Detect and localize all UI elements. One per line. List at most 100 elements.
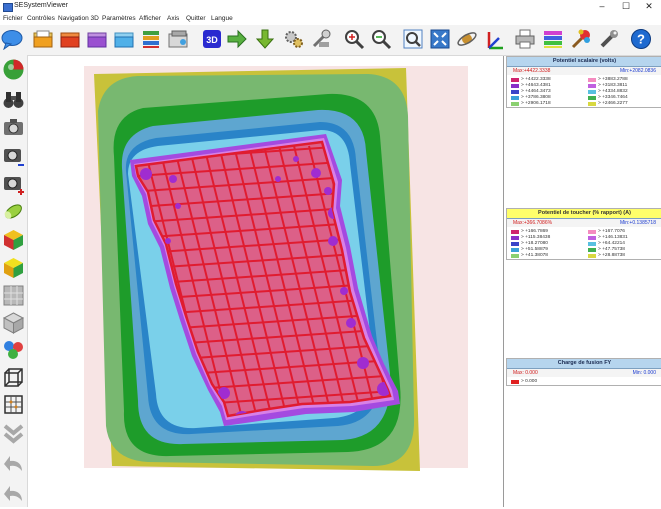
hotspot-marker: [175, 203, 181, 209]
open-folder-icon[interactable]: [32, 28, 54, 50]
hotspot-marker: [140, 168, 152, 180]
purple-folder-icon[interactable]: [86, 28, 108, 50]
legend-swatch: [588, 230, 596, 234]
legend-fusion-charge: Charge de fusion FY Max: 0.000 Min: 0.00…: [506, 358, 661, 386]
zoom-box-icon[interactable]: [402, 28, 424, 50]
binoculars-icon[interactable]: [2, 88, 25, 111]
redo-icon[interactable]: [2, 483, 25, 506]
chat-bubble-icon[interactable]: [1, 28, 23, 50]
close-button[interactable]: ✕: [637, 0, 661, 13]
legend-range: Max:+4422.3338 Min:+2082.0836: [507, 67, 661, 75]
menu-axis[interactable]: Axis: [167, 15, 179, 22]
gears-icon[interactable]: [283, 28, 305, 50]
hotspot-marker: [275, 176, 281, 182]
legend-max: Max: 0.000: [513, 370, 538, 376]
legend-range: Max: 0.000 Min: 0.000: [507, 369, 661, 377]
main-toolbar: 3D ?: [0, 25, 661, 56]
cube-color-icon[interactable]: [2, 228, 25, 251]
maximize-button[interactable]: ☐: [614, 0, 638, 13]
legend-range: Max:+366.7086% Min:+0.1385718: [507, 219, 661, 227]
red-folder-icon[interactable]: [59, 28, 81, 50]
axes-icon[interactable]: [483, 28, 505, 50]
svg-text:?: ?: [637, 32, 645, 47]
menu-afficher[interactable]: Afficher: [139, 15, 161, 22]
tools-icon[interactable]: [310, 28, 332, 50]
frame-grid-icon[interactable]: [2, 393, 25, 416]
legend-max: Max:+4422.3338: [513, 68, 551, 74]
legend-swatch: [511, 380, 519, 384]
chevrons-down-icon[interactable]: [2, 422, 25, 445]
legend-min: Min:+2082.0836: [619, 68, 656, 74]
legend-rows: > +4422.3338 > +4643.4381 > +4464.3473 > +3…: [507, 75, 661, 107]
hotspot-marker: [346, 318, 356, 328]
legend-title: Potentiel scalaire (volts): [507, 57, 661, 67]
color-sphere-icon[interactable]: [2, 58, 25, 81]
viewport-canvas[interactable]: [28, 56, 502, 507]
camera-plus-icon[interactable]: [2, 172, 25, 195]
cube-yellow-icon[interactable]: [2, 256, 25, 279]
cyan-folder-icon[interactable]: [113, 28, 135, 50]
undo-icon[interactable]: [2, 453, 25, 476]
hotspot-marker: [311, 168, 321, 178]
legend-title: Potentiel de toucher (% rapport) (A): [507, 209, 661, 219]
menu-fichier[interactable]: Fichier: [3, 15, 23, 22]
wrench-icon[interactable]: [598, 28, 620, 50]
legend-title: Charge de fusion FY: [507, 359, 661, 369]
legend-panel: Potentiel scalaire (volts) Max:+4422.333…: [503, 56, 661, 507]
stack-icon[interactable]: [167, 28, 189, 50]
wire-cube-icon[interactable]: [2, 366, 25, 389]
window-title: SESystemViewer: [14, 2, 68, 9]
eraser-icon[interactable]: [2, 200, 25, 223]
svg-text:3D: 3D: [206, 35, 218, 45]
legend-value: > 0.000: [521, 379, 538, 384]
menu-quitter[interactable]: Quitter: [186, 15, 206, 22]
3d-view-icon[interactable]: 3D: [201, 28, 223, 50]
hotspot-marker: [340, 287, 348, 295]
layers-icon[interactable]: [140, 28, 162, 50]
legend-swatch: [588, 96, 596, 100]
menu-controles[interactable]: Contrôles: [27, 15, 55, 22]
menu-langue[interactable]: Langue: [211, 15, 233, 22]
minimize-button[interactable]: –: [590, 0, 614, 13]
legend-entry-left: > 0.000: [507, 379, 661, 385]
legend-swatch: [588, 78, 596, 82]
spheres-icon[interactable]: [2, 338, 25, 361]
orbit-icon[interactable]: [456, 28, 478, 50]
legend-scalar-potential: Potentiel scalaire (volts) Max:+4422.333…: [506, 56, 661, 108]
legend-swatch: [588, 102, 596, 106]
app-icon: [3, 3, 13, 12]
hotspot-marker: [169, 175, 177, 183]
print-icon[interactable]: [514, 28, 536, 50]
zoom-in-icon[interactable]: [343, 28, 365, 50]
mesh-grey-icon[interactable]: [2, 284, 25, 307]
legend-entry-right: > +2466.2277: [507, 101, 661, 107]
legend-swatch: [588, 242, 596, 246]
left-toolbar: [0, 55, 28, 507]
potential-map[interactable]: [28, 56, 502, 507]
camera-icon[interactable]: [2, 115, 25, 138]
palette-icon[interactable]: [542, 28, 564, 50]
legend-entry-right: > +28.88738: [507, 253, 661, 259]
zoom-out-icon[interactable]: [370, 28, 392, 50]
legend-swatch: [588, 84, 596, 88]
down-arrow-icon[interactable]: [254, 28, 276, 50]
help-icon[interactable]: ?: [630, 28, 652, 50]
next-arrow-icon[interactable]: [226, 28, 248, 50]
legend-swatch: [588, 248, 596, 252]
hotspot-marker: [165, 238, 171, 244]
title-bar: SESystemViewer – ☐ ✕: [0, 0, 661, 13]
paint-icon[interactable]: [570, 28, 592, 50]
menu-parametres[interactable]: Paramètres: [102, 15, 136, 22]
legend-rows: > 0.000: [507, 377, 661, 385]
menu-bar: Fichier Contrôles Navigation 3D Paramètr…: [0, 13, 661, 25]
hotspot-marker: [293, 156, 299, 162]
menu-navigation-3d[interactable]: Navigation 3D: [58, 15, 99, 22]
camera-minus-icon[interactable]: [2, 144, 25, 167]
legend-value: > +2466.2277: [598, 101, 628, 106]
legend-min: Min:+0.1385718: [619, 220, 656, 226]
hotspot-marker: [328, 236, 338, 246]
legend-touch-potential: Potentiel de toucher (% rapport) (A) Max…: [506, 208, 661, 260]
mesh-grid-icon[interactable]: [2, 311, 25, 334]
legend-swatch: [588, 236, 596, 240]
fit-window-icon[interactable]: [429, 28, 451, 50]
